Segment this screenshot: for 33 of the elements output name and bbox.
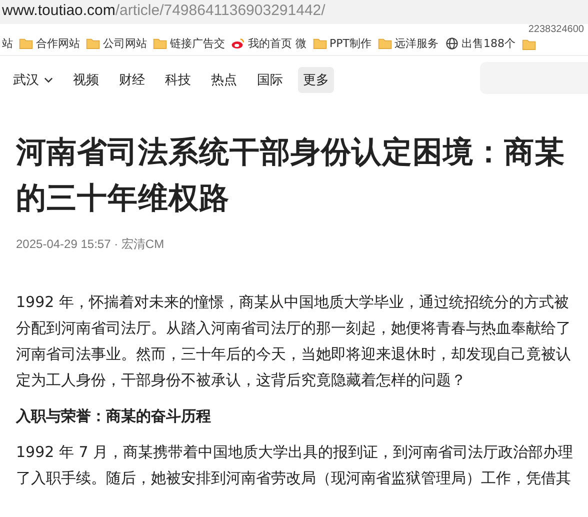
bookmark[interactable]: 远洋服务 xyxy=(378,35,438,52)
folder-icon xyxy=(153,37,167,50)
weibo-icon xyxy=(231,37,245,50)
bookmark[interactable]: 合作网站 xyxy=(19,35,80,52)
article-title: 河南省司法系统干部身份认定困境：商某的三十年维权路 xyxy=(16,134,566,218)
url-path: /article/7498641136903291442/ xyxy=(115,2,326,19)
bookmark-count: 2238324600 xyxy=(528,24,584,35)
globe-icon xyxy=(444,37,458,50)
section-heading: 入职与荣誉：商某的奋斗历程 xyxy=(16,406,212,427)
bookmark[interactable]: 出售188个 xyxy=(444,35,516,52)
paragraph: 1992 年 7 月，商某携带着中国地质大学出具的报到证，到河南省司法厅政治部办理了入职手续。随后，她被安排到河南省劳改局（现河南省监狱管理局）工作，凭借其 xyxy=(16,442,574,489)
bookmark[interactable]: 公司网站 xyxy=(86,35,147,52)
folder-icon xyxy=(19,37,33,50)
folder-icon xyxy=(312,37,326,50)
bookmark[interactable]: PPT制作 xyxy=(312,35,372,52)
bookmark[interactable]: 我的首页 微 xyxy=(231,35,306,52)
folder-icon xyxy=(522,38,536,51)
bookmark[interactable]: 站 xyxy=(2,35,13,52)
paragraph: 1992 年，怀揣着对未来的憧憬，商某从中国地质大学毕业，通过统招统分的方式被分配到河南省司法厅。从踏入河南省司法厅的那一刻起，她便将青春与热血奉献给了河南省司法事业。然而，三十年后的今天，当她即将迎来退休时，却发现自己竟被认定为工人身份，干部身份不被承认，这背后究竟隐藏着怎样的问题？ xyxy=(16,292,572,391)
folder-icon xyxy=(86,37,100,50)
nav-tab[interactable]: 更多 xyxy=(298,67,334,93)
nav-tab[interactable]: 热点 xyxy=(206,67,242,93)
url-domain: www.toutiao.com xyxy=(2,2,116,19)
nav-tab[interactable]: 科技 xyxy=(160,67,196,93)
nav-tab[interactable]: 国际 xyxy=(252,67,288,93)
nav-tab[interactable]: 视频 xyxy=(68,67,104,93)
nav-tab[interactable]: 财经 xyxy=(114,67,150,93)
nav-tab[interactable]: 武汉 xyxy=(8,67,58,93)
bookmark[interactable]: 链接广告交 xyxy=(153,35,225,52)
article-meta: 2025-04-29 15:57 · 宏清CM xyxy=(16,236,166,253)
bookmark[interactable] xyxy=(522,37,536,52)
folder-icon xyxy=(378,37,392,50)
address-bar[interactable]: www.toutiao.com/article/7498641136903291442/ xyxy=(0,0,588,24)
